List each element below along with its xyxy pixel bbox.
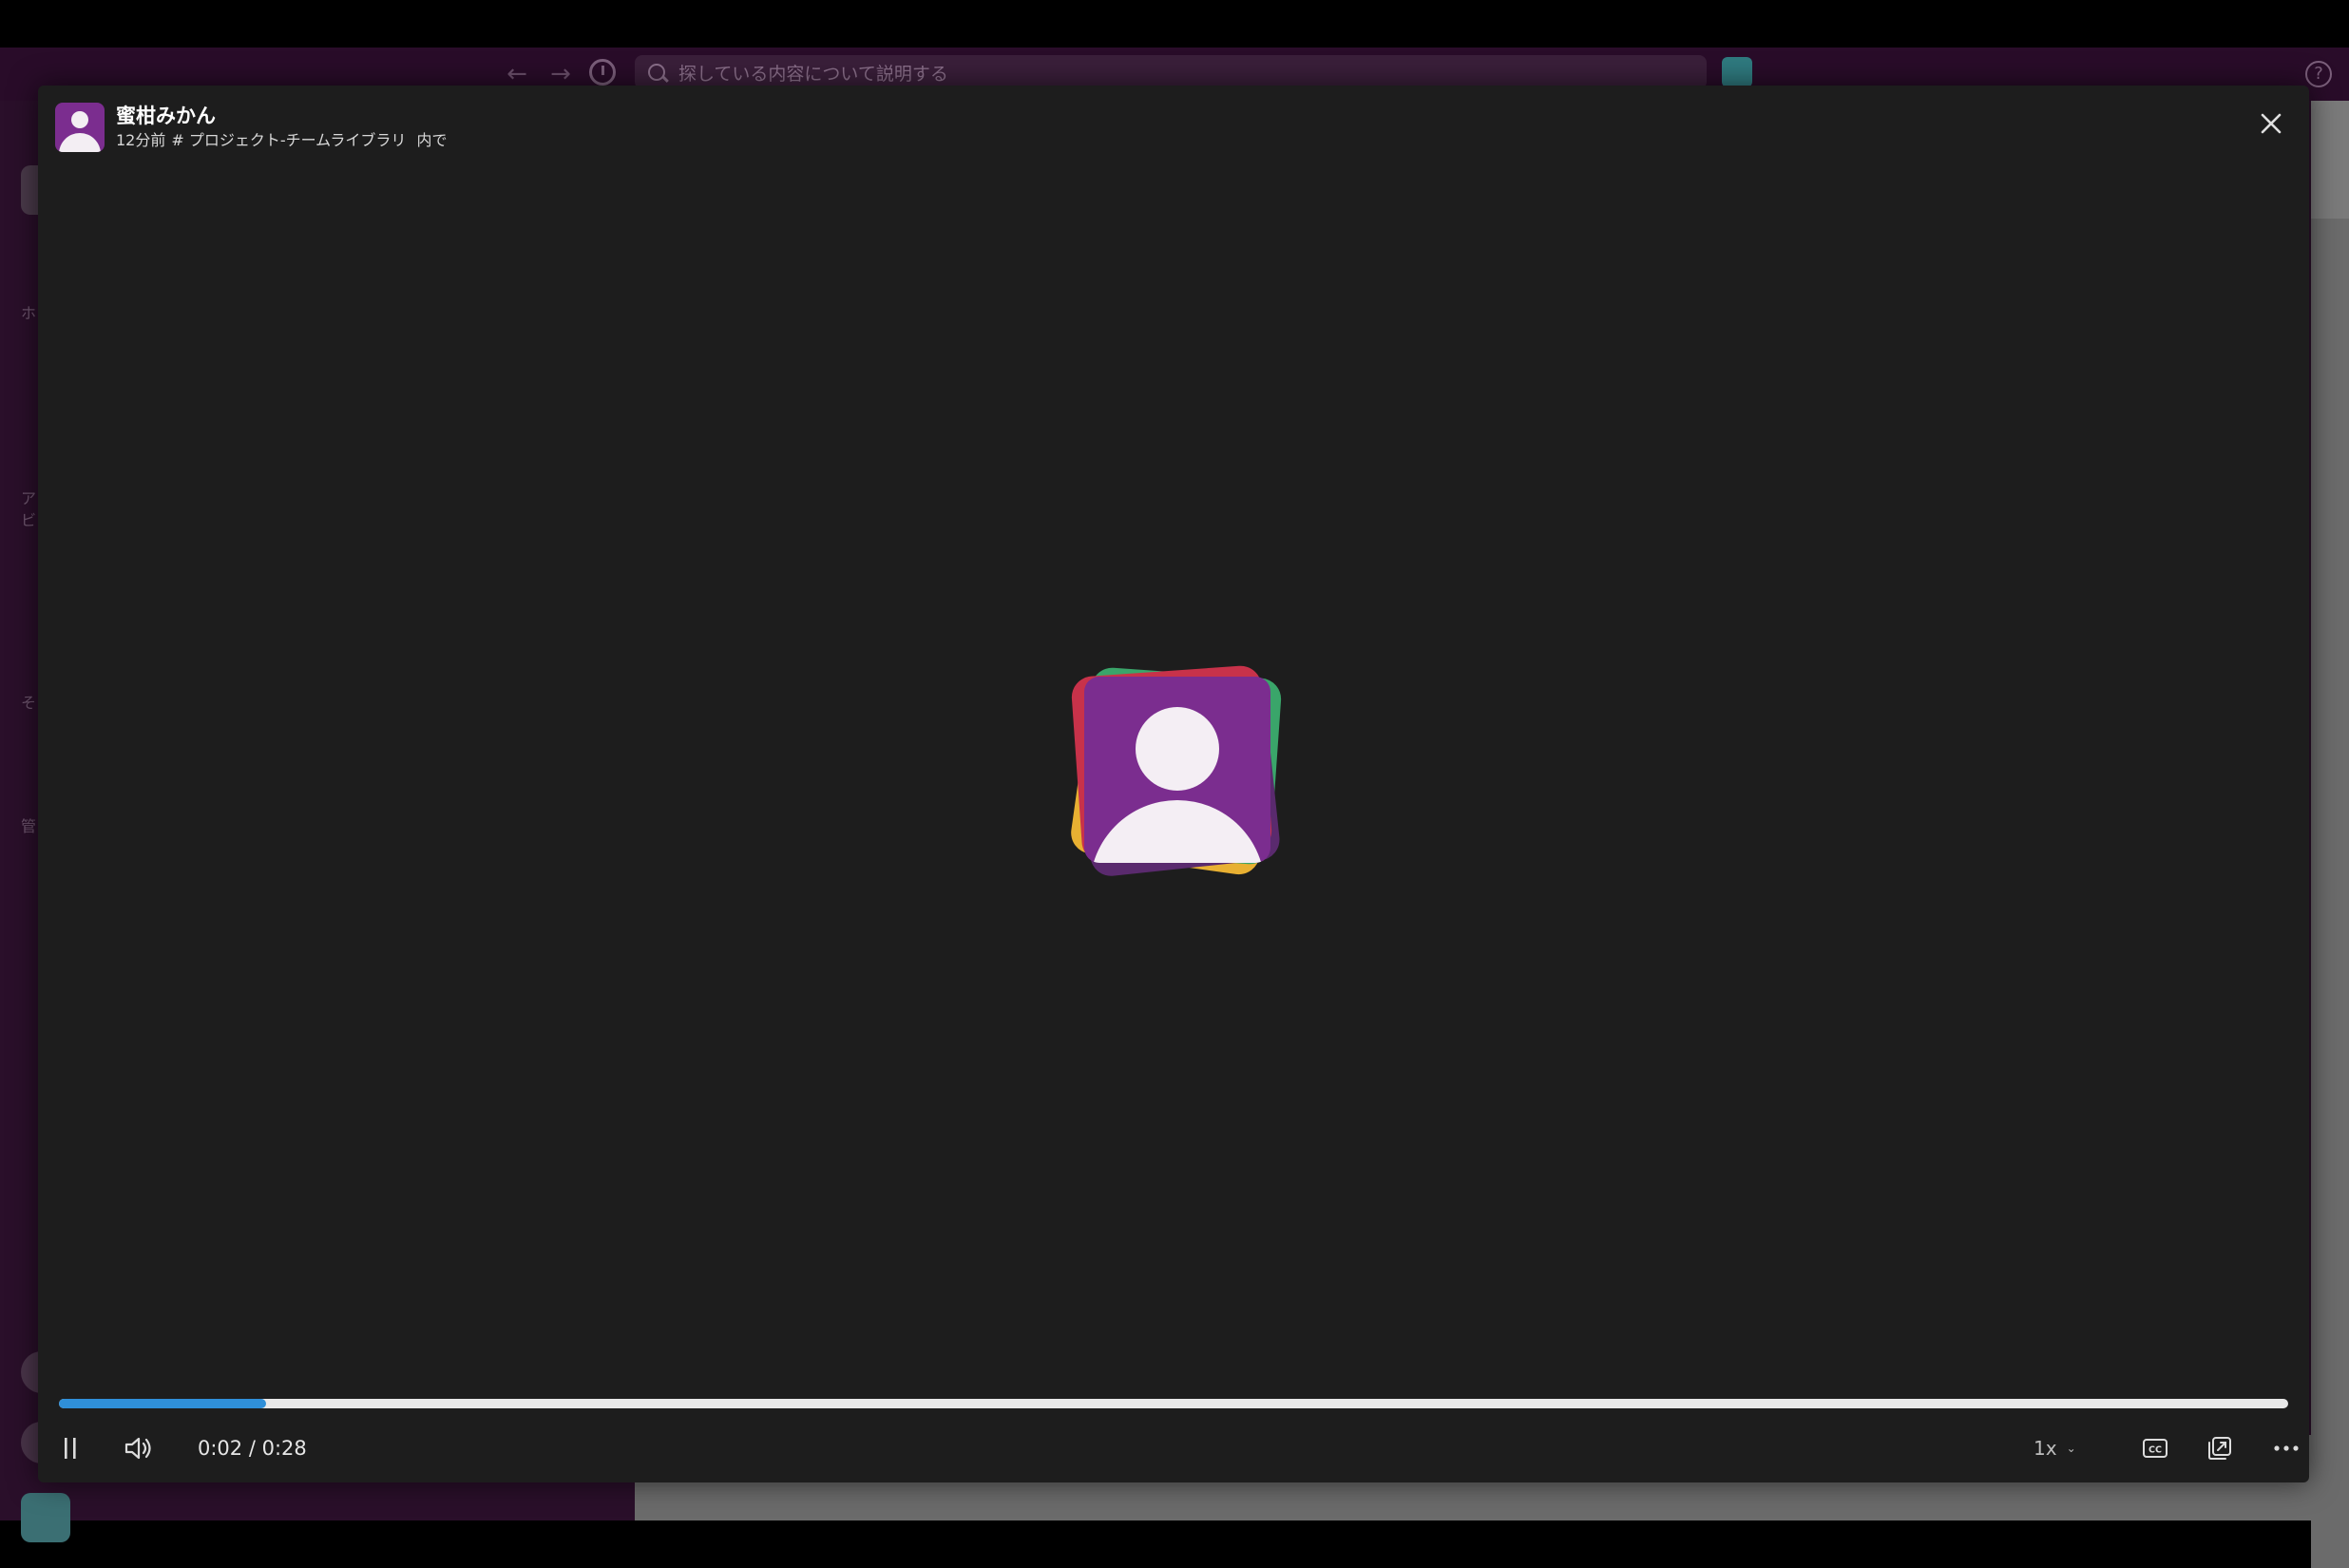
volume-button[interactable] (118, 1427, 160, 1469)
video-viewer-modal: 蜜柑みかん 12分前 # プロジェクト-チームライブラリ 内で 0:02 / 0… (38, 86, 2309, 1482)
channel-suffix: 内で (416, 131, 448, 149)
progress-fill (59, 1399, 266, 1408)
help-icon[interactable]: ? (2305, 61, 2332, 87)
svg-text:CC: CC (2148, 1445, 2162, 1456)
history-icon[interactable] (589, 59, 616, 86)
speed-label: 1x (2034, 1437, 2057, 1460)
chevron-down-icon: ⌄ (2066, 1442, 2076, 1455)
avatar-head-shape (71, 111, 88, 128)
close-button[interactable] (2254, 106, 2288, 141)
author-name[interactable]: 蜜柑みかん (116, 103, 452, 129)
popout-icon (2208, 1437, 2231, 1460)
more-options-button[interactable] (2265, 1427, 2307, 1469)
message-meta: 12分前 # プロジェクト-チームライブラリ 内で (116, 129, 452, 152)
background-content-panel (2311, 101, 2349, 1568)
close-icon (2261, 113, 2282, 134)
captions-button[interactable]: CC (2134, 1427, 2176, 1469)
search-icon (648, 64, 665, 81)
header-text: 蜜柑みかん 12分前 # プロジェクト-チームライブラリ 内で (116, 103, 452, 152)
captions-icon: CC (2143, 1439, 2168, 1458)
video-thumbnail[interactable] (1068, 661, 1288, 880)
search-bar[interactable]: 探している内容について説明する (635, 55, 1707, 89)
thumbnail-body-shape (1090, 800, 1265, 863)
player-controls: 0:02 / 0:28 1x ⌄ CC (38, 1416, 2309, 1482)
author-avatar[interactable] (55, 103, 105, 152)
viewer-header: 蜜柑みかん 12分前 # プロジェクト-チームライブラリ 内で (55, 103, 452, 152)
volume-icon (124, 1437, 151, 1460)
search-placeholder: 探している内容について説明する (678, 63, 948, 85)
user-avatar[interactable] (1722, 57, 1752, 87)
playback-speed-select[interactable]: 1x ⌄ (2034, 1429, 2076, 1467)
pause-button[interactable] (51, 1427, 89, 1469)
thumbnail-head-shape (1136, 707, 1219, 791)
progress-bar[interactable] (59, 1399, 2288, 1408)
os-top-bar (0, 0, 2349, 48)
profile-avatar[interactable] (21, 1493, 70, 1542)
background-content-header (2311, 101, 2349, 219)
time-ago[interactable]: 12分前 (116, 131, 165, 149)
pause-icon (65, 1438, 76, 1459)
popout-button[interactable] (2199, 1427, 2241, 1469)
more-icon (2274, 1445, 2299, 1451)
time-display: 0:02 / 0:28 (198, 1437, 307, 1460)
thumbnail-avatar (1084, 677, 1270, 863)
channel-link[interactable]: # プロジェクト-チームライブラリ (171, 131, 406, 149)
avatar-body-shape (59, 133, 101, 152)
